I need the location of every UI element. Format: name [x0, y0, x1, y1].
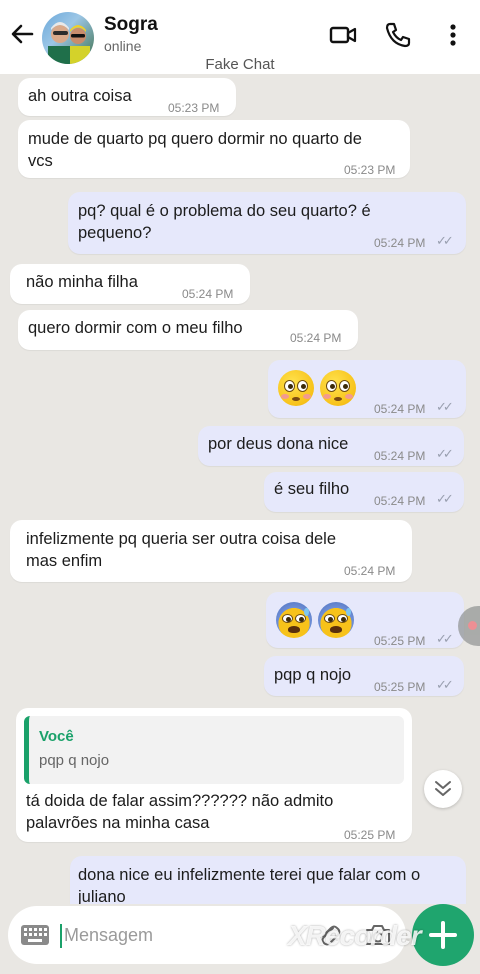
message-text-line: dona nice eu infelizmente terei que fala…	[78, 866, 421, 884]
contact-name[interactable]: Sogra	[104, 14, 158, 36]
message-time: 05:25 PM	[374, 634, 426, 648]
message-incoming[interactable]: quero dormir com o meu filho 05:24 PM	[18, 310, 358, 350]
flushed-face-icon	[278, 370, 314, 406]
read-receipt-icon: ✓✓	[436, 446, 454, 461]
message-incoming[interactable]: ah outra coisa 05:23 PM	[18, 78, 236, 116]
quote-text: pqp q nojo	[39, 752, 110, 769]
message-incoming[interactable]: mude de quarto pq quero dormir no quarto…	[18, 120, 410, 178]
message-outgoing-emoji[interactable]: 05:25 PM ✓✓	[266, 592, 464, 648]
message-time: 05:24 PM	[374, 449, 426, 463]
message-text-line: mas enfim	[26, 552, 103, 570]
message-outgoing[interactable]: por deus dona nice 05:24 PM ✓✓	[198, 426, 464, 466]
scroll-to-bottom-button[interactable]	[424, 770, 462, 808]
message-incoming[interactable]: infelizmente pq queria ser outra coisa d…	[10, 520, 412, 582]
anxious-face-icon	[318, 602, 354, 638]
message-text: por deus dona nice	[208, 435, 349, 453]
message-time: 05:24 PM	[374, 494, 426, 508]
message-text: ah outra coisa	[28, 87, 132, 105]
message-outgoing[interactable]: é seu filho 05:24 PM ✓✓	[264, 472, 464, 512]
message-text-line: mude de quarto pq quero dormir no quarto…	[28, 130, 362, 148]
message-time: 05:25 PM	[344, 828, 396, 842]
message-text-line: palavrões na minha casa	[26, 814, 210, 832]
flushed-face-icon	[320, 370, 356, 406]
message-text: pqp q nojo	[274, 666, 352, 684]
message-time: 05:24 PM	[182, 287, 234, 301]
message-outgoing-emoji[interactable]: 05:24 PM ✓✓	[268, 360, 466, 418]
chat-area[interactable]: ah outra coisa 05:23 PM mude de quarto p…	[0, 74, 480, 904]
message-text-line: vcs	[28, 152, 53, 170]
recorder-watermark: XRecorder	[288, 920, 422, 951]
phone-call-icon[interactable]	[383, 20, 413, 50]
chat-header: Sogra online Fake Chat	[0, 0, 480, 74]
message-time: 05:23 PM	[168, 101, 220, 115]
message-text: não minha filha	[26, 273, 138, 291]
read-receipt-icon: ✓✓	[436, 631, 454, 646]
message-text: quero dormir com o meu filho	[28, 319, 243, 337]
message-time: 05:24 PM	[374, 402, 426, 416]
message-input[interactable]	[64, 920, 294, 950]
anxious-face-icon	[276, 602, 312, 638]
message-text-line: infelizmente pq queria ser outra coisa d…	[26, 530, 337, 548]
message-text-line: pq? qual é o problema do seu quarto? é	[78, 202, 371, 220]
message-time: 05:24 PM	[374, 236, 426, 250]
quote-author: Você	[39, 728, 74, 745]
text-caret	[60, 924, 62, 948]
contact-status: online	[104, 38, 142, 54]
message-text-line: juliano	[78, 888, 126, 904]
message-incoming-reply[interactable]: Você pqp q nojo tá doida de falar assim?…	[16, 708, 412, 842]
keyboard-icon[interactable]	[20, 924, 50, 946]
message-time: 05:23 PM	[344, 163, 396, 177]
message-text-line: pequeno?	[78, 224, 152, 242]
message-outgoing[interactable]: pqp q nojo 05:25 PM ✓✓	[264, 656, 464, 696]
double-chevron-down-icon	[435, 781, 451, 796]
read-receipt-icon: ✓✓	[436, 677, 454, 692]
message-time: 05:25 PM	[374, 680, 426, 694]
message-outgoing[interactable]: dona nice eu infelizmente terei que fala…	[70, 856, 466, 904]
message-time: 05:24 PM	[344, 564, 396, 578]
read-receipt-icon: ✓✓	[436, 491, 454, 506]
add-button[interactable]	[412, 904, 474, 966]
quoted-message[interactable]: Você pqp q nojo	[24, 716, 404, 784]
message-time: 05:24 PM	[290, 331, 342, 345]
message-text-line: tá doida de falar assim?????? não admito	[26, 792, 334, 810]
more-options-icon[interactable]	[438, 20, 468, 50]
message-outgoing[interactable]: pq? qual é o problema do seu quarto? é p…	[68, 192, 466, 254]
video-call-icon[interactable]	[328, 20, 358, 50]
plus-icon	[429, 921, 457, 949]
fake-chat-caption: Fake Chat	[205, 56, 275, 73]
back-arrow-icon[interactable]	[8, 20, 36, 48]
read-receipt-icon: ✓✓	[436, 399, 454, 414]
message-text: é seu filho	[274, 480, 350, 498]
read-receipt-icon: ✓✓	[436, 233, 454, 248]
message-incoming[interactable]: não minha filha 05:24 PM	[10, 264, 250, 304]
